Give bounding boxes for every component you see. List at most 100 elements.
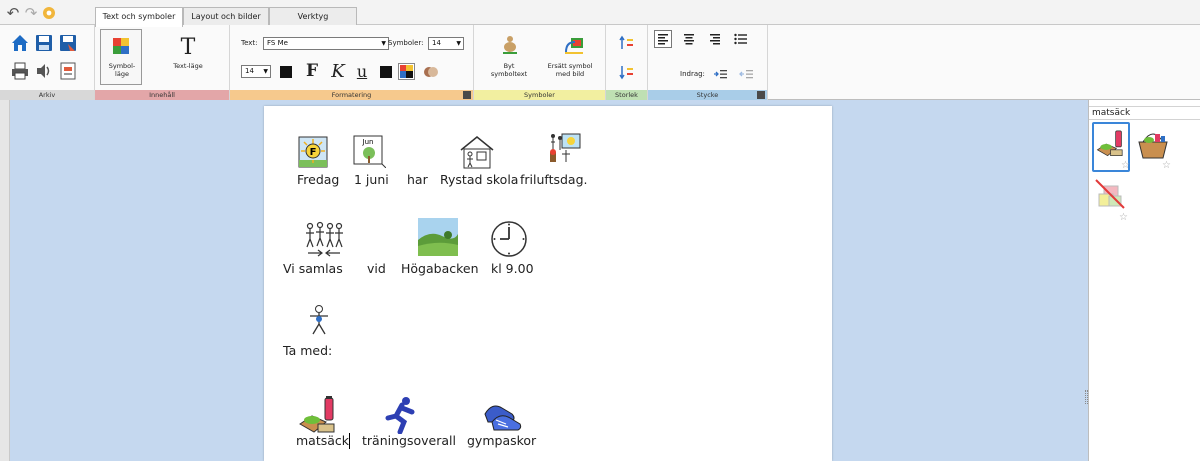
group-storlek: Storlek bbox=[606, 25, 648, 100]
symbol-option-picnic-basket[interactable] bbox=[1135, 126, 1171, 164]
word-vi-samlas[interactable]: Vi samlas bbox=[283, 261, 343, 276]
word-gympaskor[interactable]: gympaskor bbox=[467, 433, 536, 448]
group-label-stycke: Stycke bbox=[648, 90, 767, 100]
text-cursor bbox=[349, 433, 350, 449]
meadow-photo-icon[interactable] bbox=[418, 218, 458, 260]
word-har[interactable]: har bbox=[407, 172, 428, 187]
speech-icon[interactable] bbox=[34, 61, 54, 81]
symbol-size-select[interactable]: 14 ▼ bbox=[428, 37, 464, 50]
settings-gear-icon[interactable] bbox=[40, 4, 58, 22]
calendar-month: Jun bbox=[362, 138, 374, 146]
word-rystad-skola[interactable]: Rystad skola bbox=[440, 172, 518, 187]
symbol-option-no-symbol[interactable] bbox=[1094, 178, 1128, 216]
increase-size-icon[interactable] bbox=[618, 34, 636, 52]
indent-label: Indrag: bbox=[680, 70, 705, 78]
tab-verktyg[interactable]: Verktyg bbox=[269, 7, 357, 26]
tab-text-och-symboler[interactable]: Text och symboler bbox=[95, 7, 183, 27]
group-arkiv: Arkiv bbox=[0, 25, 95, 100]
no-symbol-icon bbox=[1095, 179, 1125, 209]
text-color-button[interactable] bbox=[280, 66, 292, 78]
align-right-icon[interactable] bbox=[706, 30, 724, 48]
symbol-chooser-title: matsäck bbox=[1089, 106, 1200, 120]
calendar-june-icon[interactable]: Jun bbox=[352, 134, 387, 172]
chevron-down-icon: ▼ bbox=[263, 68, 268, 75]
decrease-size-icon[interactable] bbox=[618, 63, 636, 81]
tracksuit-runner-icon[interactable] bbox=[384, 396, 418, 438]
chevron-down-icon: ▼ bbox=[381, 40, 386, 47]
favorite-star-icon[interactable]: ☆ bbox=[1121, 160, 1130, 171]
text-mode-label: Text-läge bbox=[173, 62, 203, 70]
picnic-basket-icon bbox=[1138, 133, 1168, 159]
group-formatering: Text: FS Me ▼ Symboler: 14 ▼ 14 ▼ F K U For… bbox=[230, 25, 474, 100]
group-symboler: Byt symboltext Ersätt symbol med bild Sy… bbox=[474, 25, 606, 100]
font-size-value: 14 bbox=[245, 67, 254, 75]
sneakers-icon[interactable] bbox=[482, 396, 524, 436]
group-stycke: Indrag: Stycke bbox=[648, 25, 768, 100]
outdoor-day-icon[interactable] bbox=[548, 132, 584, 174]
group-label-formatering: Formatering bbox=[230, 90, 473, 100]
word-ta-med[interactable]: Ta med: bbox=[283, 343, 332, 358]
symbol-size-value: 14 bbox=[432, 39, 441, 47]
sun-letter: F bbox=[310, 147, 317, 158]
group-label-symboler: Symboler bbox=[474, 90, 605, 100]
decrease-indent-icon[interactable] bbox=[738, 67, 754, 81]
symbols-size-label: Symboler: bbox=[388, 39, 424, 47]
paragraph-dialog-launcher-icon[interactable] bbox=[757, 91, 765, 99]
gather-people-icon[interactable] bbox=[304, 221, 344, 261]
italic-button[interactable]: K bbox=[330, 61, 346, 82]
align-center-icon[interactable] bbox=[680, 30, 698, 48]
font-select-value: FS Me bbox=[267, 39, 288, 47]
clock-icon[interactable] bbox=[490, 220, 528, 262]
word-friluftsdag[interactable]: friluftsdag. bbox=[520, 172, 588, 187]
ribbon: Arkiv Symbol-läge T Text-läge Innehåll T… bbox=[0, 25, 1200, 100]
friday-symbol-icon[interactable]: F bbox=[298, 136, 328, 172]
chevron-down-icon: ▼ bbox=[456, 40, 461, 47]
title-bar: ↶ ↷ Text och symboler Layout och bilder … bbox=[0, 0, 1200, 27]
word-matsack[interactable]: matsäck bbox=[296, 433, 349, 448]
left-scroll-strip[interactable] bbox=[0, 100, 10, 461]
word-fredag[interactable]: Fredag bbox=[297, 172, 339, 187]
document-page[interactable]: F Jun Fredag 1 juni har Rystad skola fri… bbox=[264, 106, 832, 461]
bullet-list-icon[interactable] bbox=[732, 30, 750, 48]
underline-button[interactable]: U bbox=[354, 61, 370, 81]
swap-symbol-text-icon[interactable] bbox=[498, 33, 522, 57]
favorite-star-icon[interactable]: ☆ bbox=[1119, 212, 1128, 223]
swap-symbol-text-label: Byt symboltext bbox=[490, 62, 528, 78]
group-innehall: Symbol-läge T Text-läge Innehåll bbox=[95, 25, 230, 100]
favorite-star-icon[interactable]: ☆ bbox=[1162, 160, 1171, 171]
replace-symbol-icon[interactable] bbox=[562, 33, 586, 57]
home-icon[interactable] bbox=[10, 33, 30, 53]
highlight-color-button[interactable] bbox=[380, 66, 392, 78]
increase-indent-icon[interactable] bbox=[712, 67, 728, 81]
symbol-mode-icon bbox=[113, 38, 129, 54]
symbol-mode-label: Symbol-läge bbox=[108, 62, 136, 78]
document-icon[interactable] bbox=[58, 61, 78, 81]
save-as-icon[interactable] bbox=[58, 33, 78, 53]
group-label-arkiv: Arkiv bbox=[0, 90, 94, 100]
align-left-icon[interactable] bbox=[654, 30, 672, 48]
symbol-chooser-panel: matsäck ☆ ☆ ☆ bbox=[1088, 100, 1200, 461]
group-label-innehall: Innehåll bbox=[95, 90, 229, 100]
school-building-icon[interactable] bbox=[458, 134, 496, 174]
symbol-color-icon[interactable] bbox=[398, 63, 415, 80]
skin-tone-icon[interactable] bbox=[422, 63, 440, 81]
replace-symbol-label: Ersätt symbol med bild bbox=[547, 62, 593, 78]
formatting-dialog-launcher-icon[interactable] bbox=[463, 91, 471, 99]
redo-icon[interactable]: ↷ bbox=[22, 4, 40, 22]
font-select[interactable]: FS Me ▼ bbox=[263, 37, 389, 50]
word-1-juni[interactable]: 1 juni bbox=[354, 172, 389, 187]
save-icon[interactable] bbox=[34, 33, 54, 53]
group-label-storlek: Storlek bbox=[606, 90, 647, 100]
text-mode-icon[interactable]: T bbox=[175, 35, 201, 60]
word-hogabacken[interactable]: Högabacken bbox=[401, 261, 479, 276]
word-kl-9[interactable]: kl 9.00 bbox=[491, 261, 534, 276]
bring-person-icon[interactable] bbox=[307, 304, 331, 342]
font-size-select[interactable]: 14 ▼ bbox=[241, 65, 271, 78]
lunch-box-icon bbox=[1096, 130, 1123, 157]
undo-icon[interactable]: ↶ bbox=[4, 4, 22, 22]
tab-layout-och-bilder[interactable]: Layout och bilder bbox=[183, 7, 269, 26]
word-traningsoverall[interactable]: träningsoverall bbox=[362, 433, 456, 448]
word-vid[interactable]: vid bbox=[367, 261, 386, 276]
bold-button[interactable]: F bbox=[304, 61, 320, 81]
print-icon[interactable] bbox=[10, 61, 30, 81]
